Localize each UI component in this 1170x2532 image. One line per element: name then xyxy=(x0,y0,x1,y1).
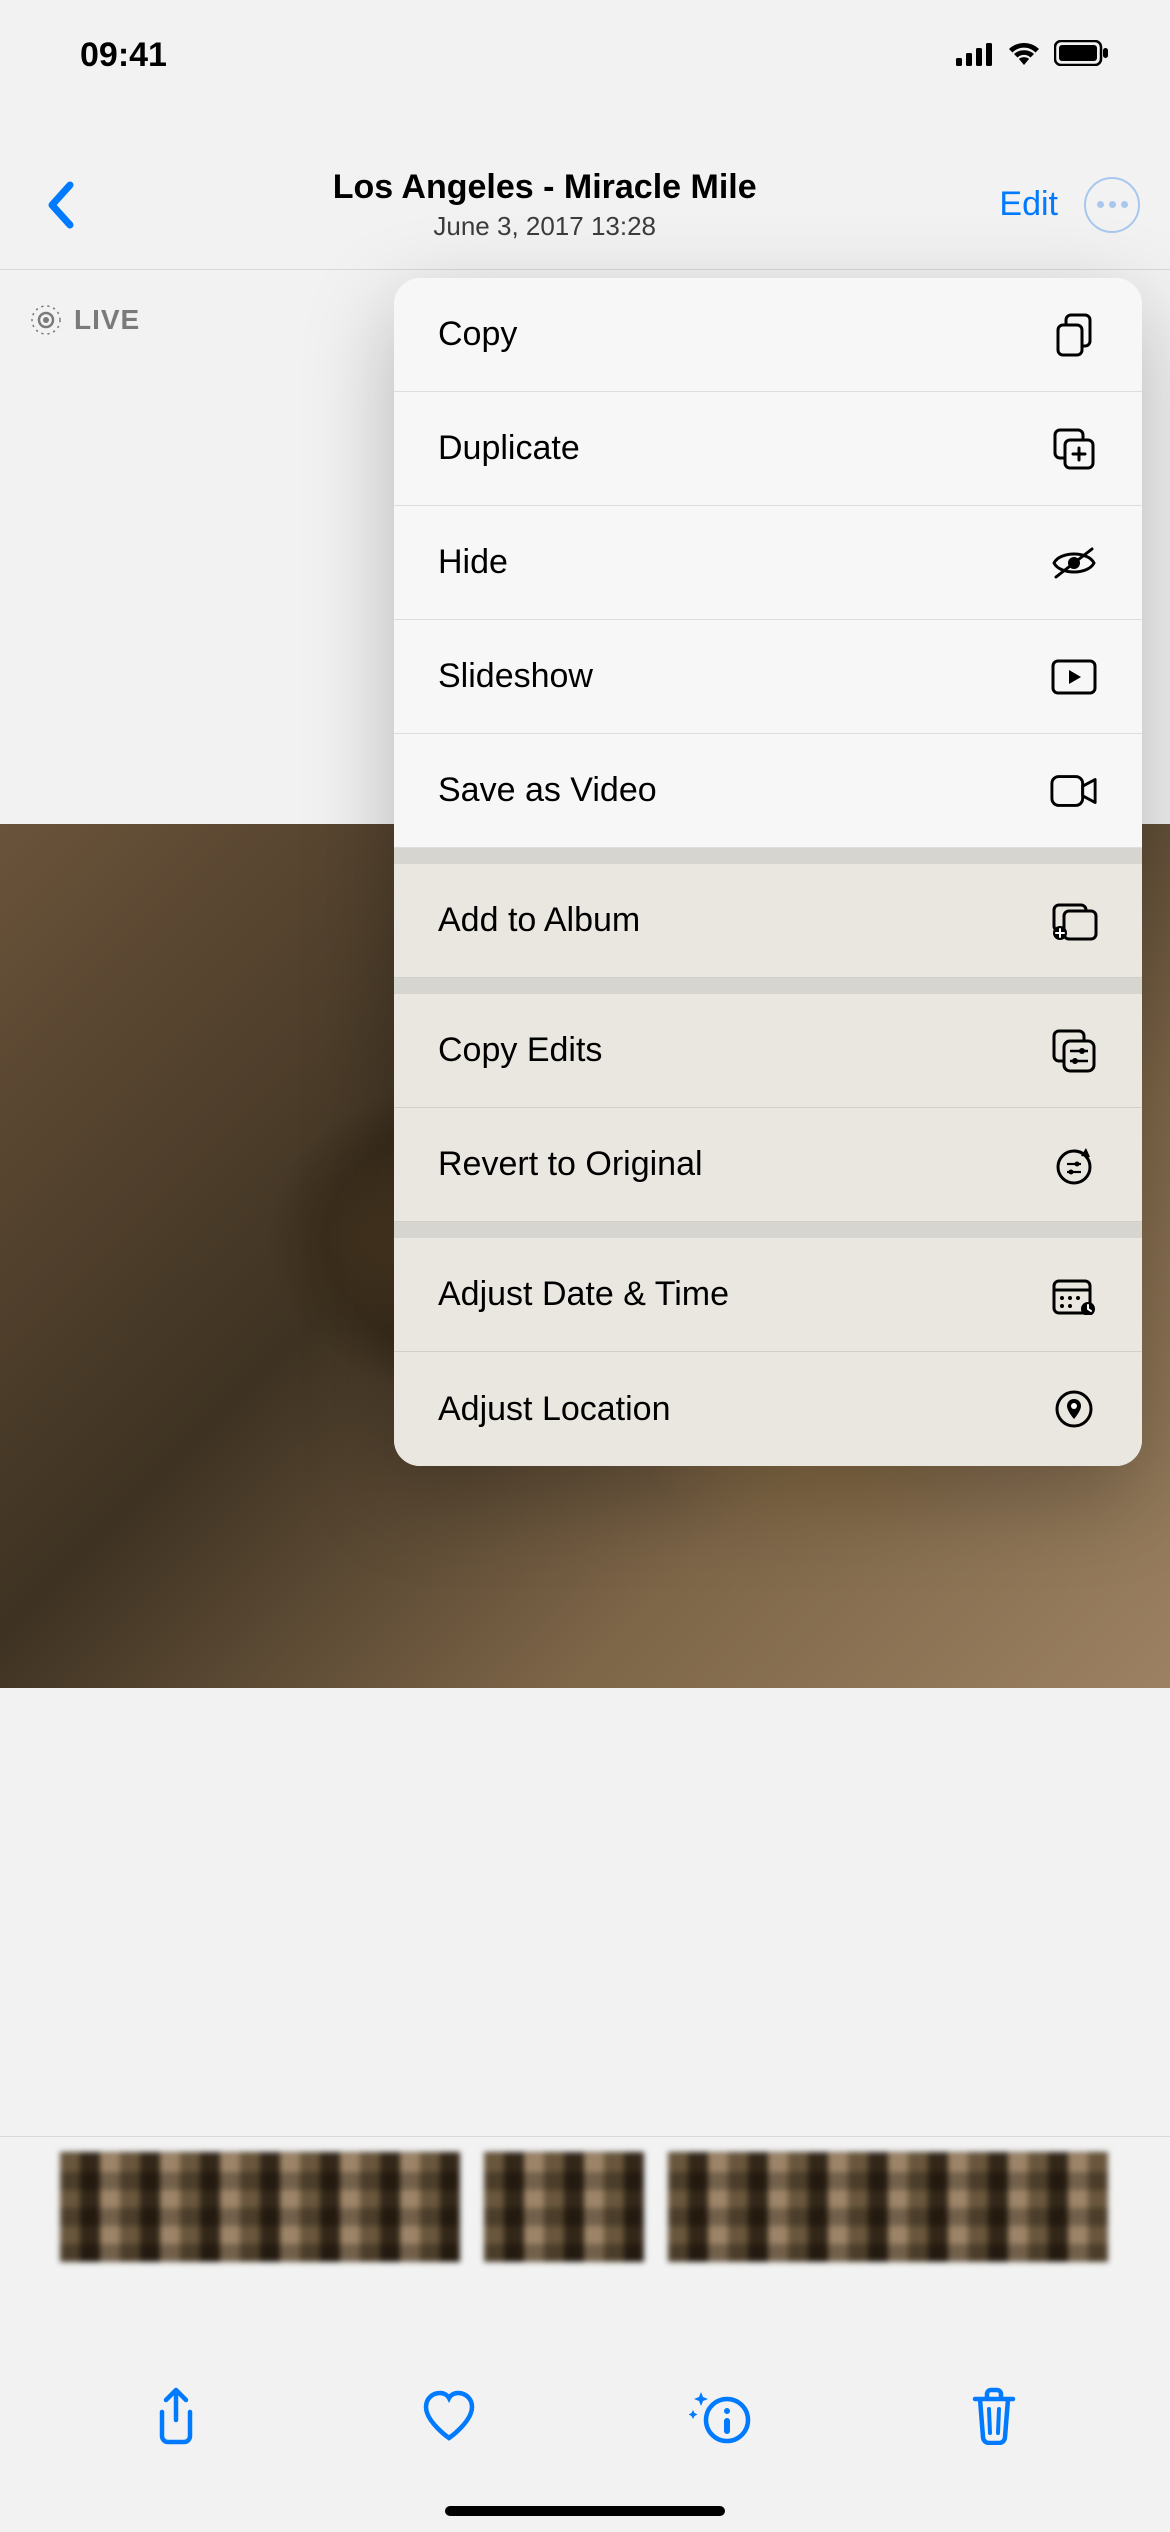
menu-separator xyxy=(394,1222,1142,1238)
bottom-toolbar xyxy=(0,2356,1170,2476)
revert-icon xyxy=(1050,1141,1098,1189)
share-icon xyxy=(152,2386,200,2446)
thumbnail[interactable] xyxy=(668,2152,1108,2262)
menu-item-copy-edits[interactable]: Copy Edits xyxy=(394,994,1142,1108)
back-button[interactable] xyxy=(30,181,90,229)
info-sparkle-icon xyxy=(689,2388,753,2444)
thumbnail[interactable] xyxy=(484,2152,644,2262)
menu-item-hide[interactable]: Hide xyxy=(394,506,1142,620)
sliders-copy-icon xyxy=(1050,1027,1098,1075)
wifi-icon xyxy=(1006,36,1042,75)
play-rectangle-icon xyxy=(1050,653,1098,701)
live-badge: LIVE xyxy=(30,304,140,336)
heart-icon xyxy=(420,2390,478,2442)
album-plus-icon xyxy=(1050,897,1098,945)
video-icon xyxy=(1050,767,1098,815)
status-bar: 09:41 xyxy=(0,0,1170,110)
status-time: 09:41 xyxy=(80,36,167,75)
menu-item-label: Duplicate xyxy=(438,429,580,468)
thumbnail[interactable] xyxy=(60,2152,460,2262)
cellular-icon xyxy=(956,36,994,75)
nav-subtitle: June 3, 2017 13:28 xyxy=(90,211,999,242)
more-button[interactable] xyxy=(1084,177,1140,233)
menu-item-label: Slideshow xyxy=(438,657,593,696)
menu-item-save-as-video[interactable]: Save as Video xyxy=(394,734,1142,848)
battery-icon xyxy=(1054,36,1110,75)
menu-item-slideshow[interactable]: Slideshow xyxy=(394,620,1142,734)
info-button[interactable] xyxy=(686,2381,756,2451)
menu-item-label: Copy Edits xyxy=(438,1031,602,1070)
duplicate-icon xyxy=(1050,425,1098,473)
menu-item-copy[interactable]: Copy xyxy=(394,278,1142,392)
navigation-bar: Los Angeles - Miracle Mile June 3, 2017 … xyxy=(0,140,1170,270)
menu-item-label: Adjust Location xyxy=(438,1390,671,1429)
share-button[interactable] xyxy=(141,2381,211,2451)
home-indicator xyxy=(445,2506,725,2516)
status-indicators xyxy=(956,36,1110,75)
calendar-icon xyxy=(1050,1271,1098,1319)
menu-item-label: Revert to Original xyxy=(438,1145,703,1184)
nav-title-group: Los Angeles - Miracle Mile June 3, 2017 … xyxy=(90,168,999,242)
menu-item-label: Add to Album xyxy=(438,901,640,940)
edit-button[interactable]: Edit xyxy=(999,185,1058,224)
menu-item-label: Hide xyxy=(438,543,508,582)
thumbnail-scrubber[interactable] xyxy=(0,2136,1170,2266)
favorite-button[interactable] xyxy=(414,2381,484,2451)
copy-icon xyxy=(1050,311,1098,359)
menu-item-add-to-album[interactable]: Add to Album xyxy=(394,864,1142,978)
menu-item-label: Save as Video xyxy=(438,771,657,810)
menu-item-adjust-date[interactable]: Adjust Date & Time xyxy=(394,1238,1142,1352)
menu-separator xyxy=(394,978,1142,994)
live-badge-label: LIVE xyxy=(74,304,140,336)
ellipsis-icon xyxy=(1097,201,1128,208)
chevron-left-icon xyxy=(45,181,75,229)
action-menu: Copy Duplicate Hide Slideshow Save as Vi… xyxy=(394,278,1142,1466)
menu-item-duplicate[interactable]: Duplicate xyxy=(394,392,1142,506)
menu-separator xyxy=(394,848,1142,864)
eye-slash-icon xyxy=(1050,539,1098,587)
menu-item-adjust-location[interactable]: Adjust Location xyxy=(394,1352,1142,1466)
menu-item-revert[interactable]: Revert to Original xyxy=(394,1108,1142,1222)
live-photo-icon xyxy=(30,304,62,336)
location-icon xyxy=(1050,1385,1098,1433)
menu-item-label: Adjust Date & Time xyxy=(438,1275,729,1314)
menu-item-label: Copy xyxy=(438,315,517,354)
trash-icon xyxy=(969,2387,1019,2445)
nav-title: Los Angeles - Miracle Mile xyxy=(90,168,999,207)
delete-button[interactable] xyxy=(959,2381,1029,2451)
